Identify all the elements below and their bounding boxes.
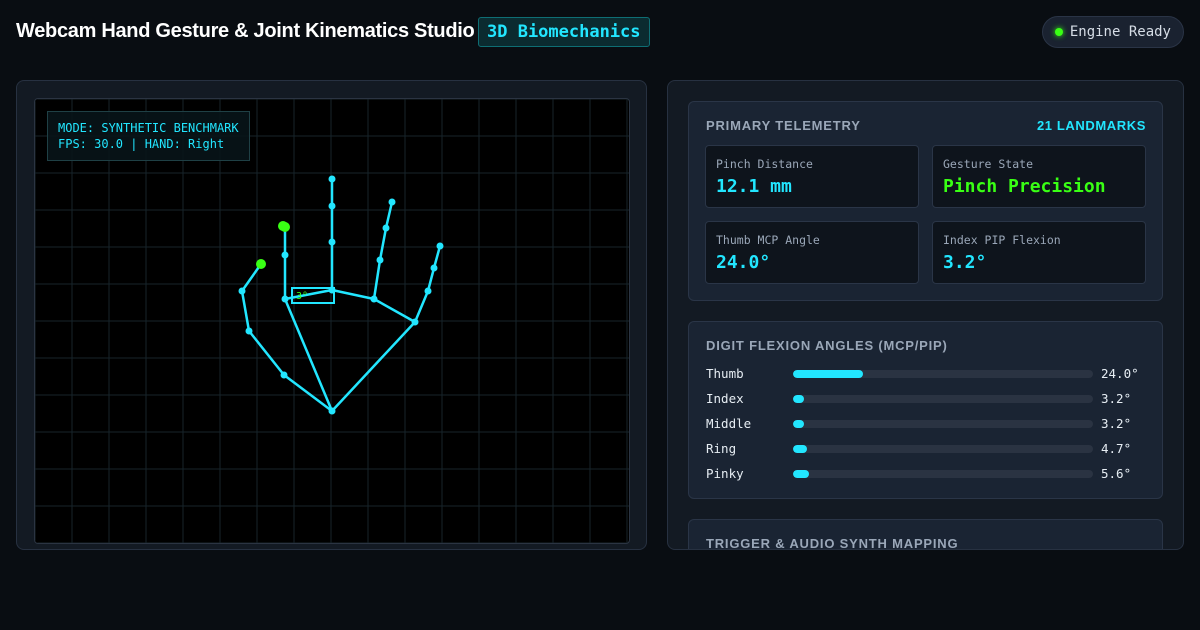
flexion-bar-track [793, 420, 1093, 428]
metric-value: 24.0° [716, 252, 771, 273]
metric-value: 3.2° [943, 252, 987, 273]
pinch-distance-metric: Pinch Distance 12.1 mm [705, 145, 919, 208]
landmark-joint [388, 198, 396, 206]
hand-bone [372, 297, 417, 324]
landmark-joint [238, 287, 246, 295]
landmark-joint [245, 327, 253, 335]
metric-label: Pinch Distance [716, 157, 813, 171]
flexion-angle-value: 3.2° [1101, 416, 1132, 431]
metric-value: Pinch Precision [943, 176, 1106, 197]
flexion-bar-fill [793, 420, 804, 428]
flexion-angle-value: 5.6° [1101, 466, 1132, 481]
flexion-row-pinky: Pinky 5.6° [706, 466, 1146, 482]
engine-status-label: Engine Ready [1069, 24, 1171, 40]
engine-status-badge: Engine Ready [1041, 16, 1184, 48]
metric-value: 12.1 mm [716, 176, 792, 197]
flexion-row-ring: Ring 4.7° [706, 441, 1146, 457]
flexion-bar-fill [793, 395, 804, 403]
hand-bone [247, 329, 286, 377]
trigger-mapping-card: TRIGGER & AUDIO SYNTH MAPPING [688, 519, 1163, 550]
hand-bone [240, 289, 251, 333]
flexion-bar-track [793, 470, 1093, 478]
landmark-joint [370, 295, 378, 303]
landmark-joint [328, 407, 336, 415]
landmark-joint [281, 295, 289, 303]
overlay-mode: MODE: SYNTHETIC BENCHMARK [58, 121, 239, 135]
webcam-viewport[interactable]: 3° MODE: SYNTHETIC BENCHMARK FPS: 30.0 |… [34, 98, 630, 544]
hand-bone [330, 320, 417, 413]
flexion-angle-value: 4.7° [1101, 441, 1132, 456]
landmark-joint [430, 264, 438, 272]
telemetry-panel: PRIMARY TELEMETRY 21 LANDMARKS Pinch Dis… [667, 80, 1184, 550]
landmark-joint [328, 286, 336, 294]
flexion-digit-label: Index [706, 391, 744, 406]
digit-flexion-card: DIGIT FLEXION ANGLES (MCP/PIP) Thumb 24.0… [688, 321, 1163, 499]
flexion-title: DIGIT FLEXION ANGLES (MCP/PIP) [706, 338, 948, 353]
primary-telemetry-card: PRIMARY TELEMETRY 21 LANDMARKS Pinch Dis… [688, 101, 1163, 301]
landmark-joint [424, 287, 432, 295]
flexion-row-index: Index 3.2° [706, 391, 1146, 407]
hand-bone [426, 266, 436, 293]
landmark-joint [280, 371, 288, 379]
index-pip-flexion-metric: Index PIP Flexion 3.2° [932, 221, 1146, 284]
hand-bone [372, 258, 382, 301]
flexion-angle-value: 3.2° [1101, 391, 1132, 406]
flexion-bar-track [793, 370, 1093, 378]
flexion-bar-track [793, 395, 1093, 403]
hand-bone [413, 289, 430, 324]
status-dot-icon [1054, 28, 1063, 36]
hand-bone [378, 226, 388, 262]
flexion-digit-label: Thumb [706, 366, 744, 381]
flexion-digit-label: Pinky [706, 466, 744, 481]
flexion-bar-fill [793, 445, 807, 453]
pinch-landmark-joint [278, 221, 288, 231]
landmark-joint [328, 202, 336, 210]
thumb-mcp-angle-metric: Thumb MCP Angle 24.0° [705, 221, 919, 284]
viewport-overlay: MODE: SYNTHETIC BENCHMARK FPS: 30.0 | HA… [47, 111, 250, 161]
landmark-joint [328, 175, 336, 183]
metric-label: Thumb MCP Angle [716, 233, 820, 247]
pinch-landmark-joint [256, 259, 266, 269]
metric-label: Index PIP Flexion [943, 233, 1061, 247]
viewport-panel: 3° MODE: SYNTHETIC BENCHMARK FPS: 30.0 |… [16, 80, 647, 550]
trigger-title: TRIGGER & AUDIO SYNTH MAPPING [706, 536, 959, 550]
landmark-joint [411, 318, 419, 326]
app-title: Webcam Hand Gesture & Joint Kinematics S… [16, 20, 475, 42]
flexion-bar-fill [793, 470, 810, 478]
flexion-digit-label: Ring [706, 441, 737, 456]
overlay-fps: FPS: 30.0 | HAND: Right [58, 137, 225, 151]
hand-joints [238, 175, 444, 415]
flexion-angle-value: 24.0° [1101, 366, 1139, 381]
telemetry-title: PRIMARY TELEMETRY [706, 118, 861, 133]
viewport-grid [35, 99, 629, 543]
angle-annotation: 3° [296, 291, 308, 302]
hand-bone [384, 200, 394, 230]
flexion-bar-fill [793, 370, 863, 378]
app-header: Webcam Hand Gesture & Joint Kinematics S… [16, 16, 1184, 48]
flexion-row-thumb: Thumb 24.0° [706, 366, 1146, 382]
landmark-joint [328, 238, 336, 246]
flexion-digit-label: Middle [706, 416, 752, 431]
landmark-joint [382, 224, 390, 232]
flexion-row-middle: Middle 3.2° [706, 416, 1146, 432]
flexion-bar-track [793, 445, 1093, 453]
mode-tag: 3D Biomechanics [478, 17, 650, 47]
metric-label: Gesture State [943, 157, 1034, 171]
landmark-joint [436, 242, 444, 250]
landmarks-count: 21 LANDMARKS [1036, 118, 1146, 133]
hand-bones [240, 177, 442, 413]
landmark-joint [281, 251, 289, 259]
gesture-state-metric: Gesture State Pinch Precision [932, 145, 1146, 208]
hand-skeleton-canvas: 3° [35, 99, 629, 543]
landmark-joint [376, 256, 384, 264]
